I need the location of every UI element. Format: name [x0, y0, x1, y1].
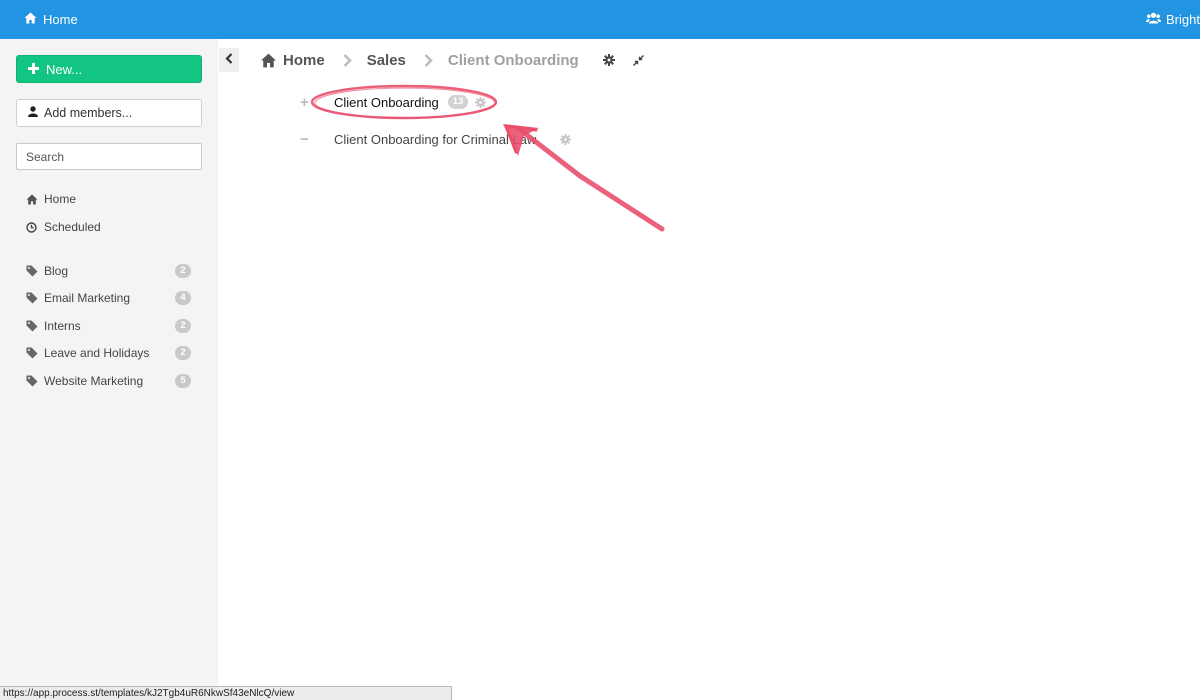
count-badge: 2: [175, 319, 191, 333]
sidebar: New... Add members... Home Scheduled Blo…: [0, 39, 218, 700]
compress-icon[interactable]: [632, 54, 644, 66]
organization-menu[interactable]: Bright S: [1146, 0, 1200, 39]
count-badge: 13: [447, 95, 469, 109]
sidebar-item-scheduled[interactable]: Scheduled: [26, 217, 196, 237]
user-icon: [28, 106, 38, 120]
gear-icon[interactable]: [560, 133, 572, 145]
breadcrumb: Home Sales Client Onboarding: [260, 48, 644, 72]
chevron-left-icon: [225, 51, 233, 69]
organization-label: Bright S: [1166, 12, 1200, 27]
home-icon: [260, 53, 277, 68]
top-home-link[interactable]: Home: [24, 0, 78, 39]
breadcrumb-home[interactable]: Home: [283, 52, 325, 69]
gear-icon[interactable]: [475, 96, 487, 108]
template-title[interactable]: Client Onboarding: [334, 95, 439, 110]
gear-icon[interactable]: [602, 54, 615, 66]
count-badge: 2: [175, 346, 191, 360]
top-bar: Home Bright S: [0, 0, 1200, 39]
collapse-sidebar-button[interactable]: [219, 48, 239, 72]
top-home-label: Home: [43, 12, 78, 27]
home-icon: [26, 193, 44, 205]
users-icon: [1146, 12, 1161, 27]
tag-icon: [26, 347, 44, 359]
home-icon: [24, 12, 37, 27]
sidebar-tag-email-marketing[interactable]: Email Marketing 4: [26, 288, 196, 308]
sidebar-item-label: Leave and Holidays: [44, 346, 150, 360]
search-input[interactable]: [16, 143, 202, 170]
sidebar-tag-blog[interactable]: Blog 2: [26, 261, 196, 281]
tag-icon: [26, 320, 44, 332]
new-button-label: New...: [46, 61, 83, 77]
collapse-toggle[interactable]: −: [298, 131, 334, 148]
add-members-label: Add members...: [44, 106, 133, 120]
sidebar-item-label: Interns: [44, 319, 81, 333]
tag-icon: [26, 265, 44, 277]
sidebar-tag-website-marketing[interactable]: Website Marketing 5: [26, 371, 196, 391]
count-badge: 4: [175, 291, 191, 305]
tag-icon: [26, 375, 44, 387]
count-badge: 5: [175, 374, 191, 388]
expand-toggle[interactable]: +: [298, 94, 334, 111]
sidebar-tag-interns[interactable]: Interns 2: [26, 316, 196, 336]
tag-icon: [26, 292, 44, 304]
new-button[interactable]: New...: [16, 55, 202, 83]
status-bar-url: https://app.process.st/templates/kJ2Tgb4…: [0, 686, 452, 700]
chevron-right-icon: [343, 53, 352, 67]
sidebar-tag-leave-and-holidays[interactable]: Leave and Holidays 2: [26, 343, 196, 363]
plus-icon: [28, 62, 39, 77]
sidebar-item-home[interactable]: Home: [26, 189, 196, 209]
sidebar-item-label: Blog: [44, 264, 69, 278]
sidebar-item-label: Home: [44, 192, 77, 206]
breadcrumb-current: Client Onboarding: [447, 51, 579, 69]
template-row[interactable]: + Client Onboarding 13: [298, 90, 487, 114]
chevron-right-icon: [424, 53, 433, 67]
sidebar-item-label: Website Marketing: [44, 374, 144, 388]
add-members-button[interactable]: Add members...: [16, 99, 202, 127]
template-title[interactable]: Client Onboarding for Criminal Law: [334, 132, 536, 147]
template-row[interactable]: − Client Onboarding for Criminal Law: [298, 127, 572, 151]
breadcrumb-sales[interactable]: Sales: [367, 52, 406, 69]
clock-icon: [26, 221, 44, 233]
sidebar-item-label: Email Marketing: [44, 291, 131, 305]
count-badge: 2: [175, 264, 191, 278]
sidebar-item-label: Scheduled: [44, 220, 101, 234]
